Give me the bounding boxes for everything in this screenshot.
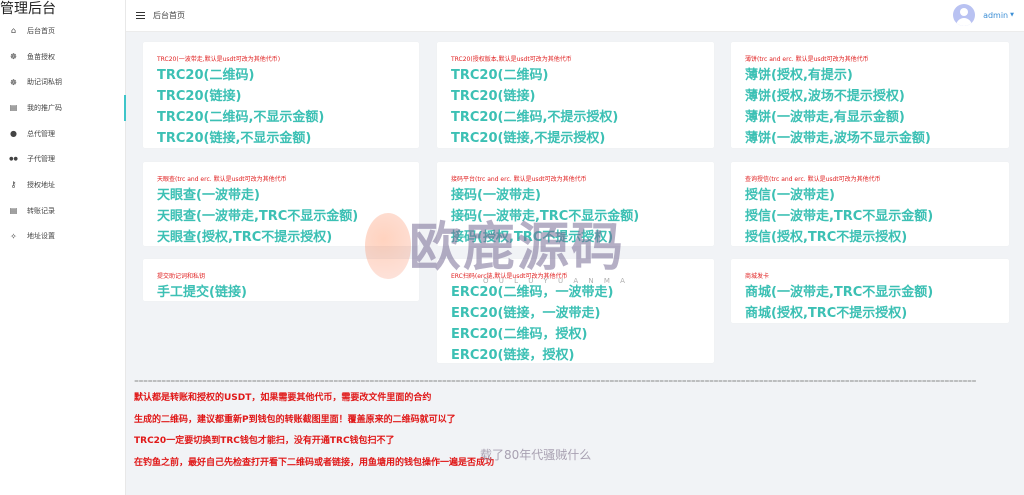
home-icon: ⌂ xyxy=(10,26,17,36)
link-credit-auth[interactable]: 授信(授权,TRC不提示授权) xyxy=(745,227,1009,248)
link-trc20-auth-link-noprompt[interactable]: TRC20(链接,不提示授权) xyxy=(451,128,714,149)
sidebar: 管理后台 ⌂ 后台首页 ☸ 鱼苗授权 ☸ 助记词私钥 ▤ 我的推广码 ● 总代管… xyxy=(0,0,126,495)
user-menu[interactable]: admin ▼ xyxy=(953,4,1014,26)
sidebar-menu: ⌂ 后台首页 ☸ 鱼苗授权 ☸ 助记词私钥 ▤ 我的推广码 ● 总代管理 ●● … xyxy=(0,18,126,249)
key-icon: ⚷ xyxy=(10,180,17,190)
sidebar-item-mnemonic[interactable]: ☸ 助记词私钥 xyxy=(0,69,126,95)
note-line: TRC20一定要切换到TRC钱包才能扫，没有开通TRC钱包扫不了 xyxy=(134,436,395,446)
link-manual-submit[interactable]: 手工提交(链接) xyxy=(157,282,419,303)
sidebar-item-sub-agents[interactable]: ●● 子代管理 xyxy=(0,146,126,172)
card-pancake: 薄饼(trc and erc. 默认是usdt可改为其他代币 薄饼(授权,有提示… xyxy=(731,42,1009,148)
card-tianyancha: 天眼查(trc and erc. 默认是usdt可改为其他代币 天眼查(一波带走… xyxy=(143,162,419,246)
link-pancake-transfer-noamount[interactable]: 薄饼(一波带走,波场不显示金额) xyxy=(745,128,1009,149)
link-pancake-transfer[interactable]: 薄饼(一波带走,有显示金额) xyxy=(745,107,1009,128)
sidebar-item-label: 后台首页 xyxy=(27,26,55,35)
link-trc20-qr-noamount[interactable]: TRC20(二维码,不显示金额) xyxy=(157,107,419,128)
user-icon: ● xyxy=(10,129,17,139)
link-erc20-qr-transfer[interactable]: ERC20(二维码，一波带走) xyxy=(451,282,714,303)
sidebar-item-label: 地址设置 xyxy=(27,232,55,241)
sidebar-item-label: 转账记录 xyxy=(27,206,55,215)
card-title: TRC20(授权版本,默认是usdt可改为其他代币 xyxy=(451,56,572,63)
link-shop-auth[interactable]: 商城(授权,TRC不提示授权) xyxy=(745,303,1009,324)
sidebar-item-address-settings[interactable]: ✧ 地址设置 xyxy=(0,224,126,250)
fish-icon: ☸ xyxy=(9,77,18,87)
link-sms-transfer-noamount[interactable]: 接码(一波带走,TRC不显示金额) xyxy=(451,206,714,227)
menu-toggle-icon[interactable] xyxy=(136,11,145,20)
card-trc20-auth: TRC20(授权版本,默认是usdt可改为其他代币 TRC20(二维码) TRC… xyxy=(437,42,714,148)
list-icon: ▤ xyxy=(9,206,18,216)
link-erc20-qr-auth[interactable]: ERC20(二维码，授权) xyxy=(451,324,714,345)
sidebar-item-fish-auth[interactable]: ☸ 鱼苗授权 xyxy=(0,44,126,70)
link-shop-transfer[interactable]: 商城(一波带走,TRC不显示金额) xyxy=(745,282,1009,303)
sidebar-item-label: 我的推广码 xyxy=(27,103,62,112)
note-line: 生成的二维码，建议都重新P到钱包的转账截图里面！覆盖原来的二维码就可以了 xyxy=(134,415,456,425)
link-credit-transfer[interactable]: 授信(一波带走) xyxy=(745,185,1009,206)
card-title: 接码平台(trc and erc. 默认是usdt可改为其他代币 xyxy=(451,176,587,183)
card-title: 商城发卡 xyxy=(745,273,770,280)
settings-icon: ✧ xyxy=(10,231,17,241)
card-title: 薄饼(trc and erc. 默认是usdt可改为其他代币 xyxy=(745,56,869,63)
link-trc20-auth-link[interactable]: TRC20(链接) xyxy=(451,86,714,107)
sidebar-item-label: 鱼苗授权 xyxy=(27,52,55,61)
sidebar-item-transfers[interactable]: ▤ 转账记录 xyxy=(0,198,126,224)
link-sms-auth[interactable]: 接码(授权,TRC不提示授权) xyxy=(451,227,714,248)
top-header: 后台首页 admin ▼ xyxy=(126,0,1024,32)
sidebar-item-label: 子代管理 xyxy=(27,155,55,164)
sidebar-item-agents[interactable]: ● 总代管理 xyxy=(0,121,126,147)
link-pancake-auth[interactable]: 薄饼(授权,有提示) xyxy=(745,65,1009,86)
chevron-down-icon[interactable]: ▼ xyxy=(1010,12,1014,18)
card-trc20-transfer: TRC20(一波带走,默认是usdt可改为其他代币) TRC20(二维码) TR… xyxy=(143,42,419,148)
users-icon: ●● xyxy=(9,156,18,163)
card-sms-platform: 接码平台(trc and erc. 默认是usdt可改为其他代币 接码(一波带走… xyxy=(437,162,714,246)
link-trc20-link-noamount[interactable]: TRC20(链接,不显示金额) xyxy=(157,128,419,149)
breadcrumb: 后台首页 xyxy=(153,11,185,20)
card-title: 提交助记词和私钥 xyxy=(157,273,206,280)
link-erc20-link-auth[interactable]: ERC20(链接，授权) xyxy=(451,345,714,366)
sidebar-item-home[interactable]: ⌂ 后台首页 xyxy=(0,18,126,44)
username[interactable]: admin xyxy=(983,11,1008,20)
link-tianyancha-transfer[interactable]: 天眼查(一波带走) xyxy=(157,185,419,206)
link-trc20-link[interactable]: TRC20(链接) xyxy=(157,86,419,107)
document-icon: ▤ xyxy=(9,103,18,113)
video-caption: 载了80年代骚贼什么 xyxy=(480,448,592,462)
sidebar-item-label: 授权地址 xyxy=(27,180,55,189)
sidebar-item-label: 助记词私钥 xyxy=(27,78,62,87)
sidebar-item-label: 总代管理 xyxy=(27,129,55,138)
card-shop: 商城发卡 商城(一波带走,TRC不显示金额) 商城(授权,TRC不提示授权) xyxy=(731,259,1009,323)
note-line: 默认都是转账和授权的USDT，如果需要其他代币，需要改文件里面的合约 xyxy=(134,393,432,403)
sidebar-item-promo-code[interactable]: ▤ 我的推广码 xyxy=(0,95,126,121)
card-manual-submit: 提交助记词和私钥 手工提交(链接) xyxy=(143,259,419,301)
card-erc20: ERC扫码(erc链,默认是usdt可改为其他代币 ERC20(二维码，一波带走… xyxy=(437,259,714,363)
link-tianyancha-transfer-noamount[interactable]: 天眼查(一波带走,TRC不显示金额) xyxy=(157,206,419,227)
divider-line: ========================================… xyxy=(134,378,977,385)
link-tianyancha-auth[interactable]: 天眼查(授权,TRC不提示授权) xyxy=(157,227,419,248)
sidebar-item-auth-address[interactable]: ⚷ 授权地址 xyxy=(0,172,126,198)
fish-icon: ☸ xyxy=(9,52,18,62)
link-credit-transfer-noamount[interactable]: 授信(一波带走,TRC不显示金额) xyxy=(745,206,1009,227)
link-sms-transfer[interactable]: 接码(一波带走) xyxy=(451,185,714,206)
link-erc20-link-transfer[interactable]: ERC20(链接，一波带走) xyxy=(451,303,714,324)
link-pancake-auth-noprompt[interactable]: 薄饼(授权,波场不提示授权) xyxy=(745,86,1009,107)
card-title: TRC20(一波带走,默认是usdt可改为其他代币) xyxy=(157,56,281,63)
link-trc20-auth-qr[interactable]: TRC20(二维码) xyxy=(451,65,714,86)
avatar[interactable] xyxy=(953,4,976,26)
card-credit-query: 查询授信(trc and erc. 默认是usdt可改为其他代币 授信(一波带走… xyxy=(731,162,1009,246)
card-title: ERC扫码(erc链,默认是usdt可改为其他代币 xyxy=(451,273,568,280)
link-trc20-qr[interactable]: TRC20(二维码) xyxy=(157,65,419,86)
note-line: 在钓鱼之前，最好自己先检查打开看下二维码或者链接，用鱼塘用的钱包操作一遍是否成功 xyxy=(134,458,495,468)
link-trc20-auth-qr-noprompt[interactable]: TRC20(二维码,不提示授权) xyxy=(451,107,714,128)
card-title: 天眼查(trc and erc. 默认是usdt可改为其他代币 xyxy=(157,176,287,183)
card-title: 查询授信(trc and erc. 默认是usdt可改为其他代币 xyxy=(745,176,881,183)
